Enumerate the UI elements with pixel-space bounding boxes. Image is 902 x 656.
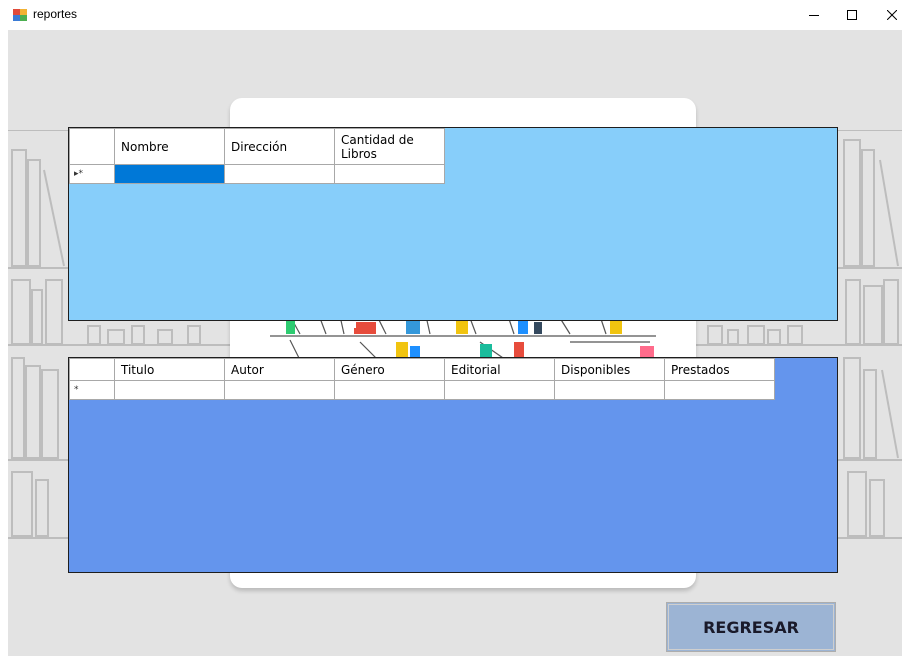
- table-row[interactable]: *: [69, 380, 775, 400]
- minimize-button[interactable]: [796, 0, 832, 30]
- cell-direccion[interactable]: [224, 164, 335, 184]
- column-header-editorial[interactable]: Editorial: [444, 358, 555, 381]
- close-icon: [887, 10, 897, 20]
- maximize-button[interactable]: [834, 0, 870, 30]
- column-header-autor[interactable]: Autor: [224, 358, 335, 381]
- column-header-direccion[interactable]: Dirección: [224, 128, 335, 165]
- bibliotecas-data-grid[interactable]: Nombre Dirección Cantidad de Libros ▸*: [68, 127, 838, 321]
- window-title: reportes: [33, 7, 78, 21]
- row-header-new-row[interactable]: ▸*: [69, 164, 115, 184]
- cell-editorial[interactable]: [444, 380, 555, 400]
- cell-cantidad-libros[interactable]: [334, 164, 445, 184]
- cell-genero[interactable]: [334, 380, 445, 400]
- cell-autor[interactable]: [224, 380, 335, 400]
- column-header-cantidad-libros[interactable]: Cantidad de Libros: [334, 128, 445, 165]
- libros-data-grid[interactable]: Titulo Autor Género Editorial Disponible…: [68, 357, 838, 573]
- cell-prestados[interactable]: [664, 380, 775, 400]
- cell-titulo[interactable]: [114, 380, 225, 400]
- bibliotecas-table: Nombre Dirección Cantidad de Libros ▸*: [69, 128, 445, 184]
- form-client-area: Nombre Dirección Cantidad de Libros ▸* T…: [8, 30, 902, 656]
- row-header-corner[interactable]: [69, 358, 115, 381]
- form-app-icon: [13, 9, 27, 21]
- title-bar: reportes: [0, 0, 902, 30]
- column-header-genero[interactable]: Género: [334, 358, 445, 381]
- regresar-button[interactable]: REGRESAR: [666, 602, 836, 652]
- column-header-prestados[interactable]: Prestados: [664, 358, 775, 381]
- cell-nombre[interactable]: [114, 164, 225, 184]
- row-header-corner[interactable]: [69, 128, 115, 165]
- column-header-titulo[interactable]: Titulo: [114, 358, 225, 381]
- row-header-new-row[interactable]: *: [69, 380, 115, 400]
- minimize-icon: [809, 15, 819, 16]
- column-header-disponibles[interactable]: Disponibles: [554, 358, 665, 381]
- table-row[interactable]: ▸*: [69, 164, 445, 184]
- cell-disponibles[interactable]: [554, 380, 665, 400]
- maximize-icon: [847, 10, 857, 20]
- close-button[interactable]: [874, 0, 902, 30]
- column-header-nombre[interactable]: Nombre: [114, 128, 225, 165]
- libros-table: Titulo Autor Género Editorial Disponible…: [69, 358, 775, 400]
